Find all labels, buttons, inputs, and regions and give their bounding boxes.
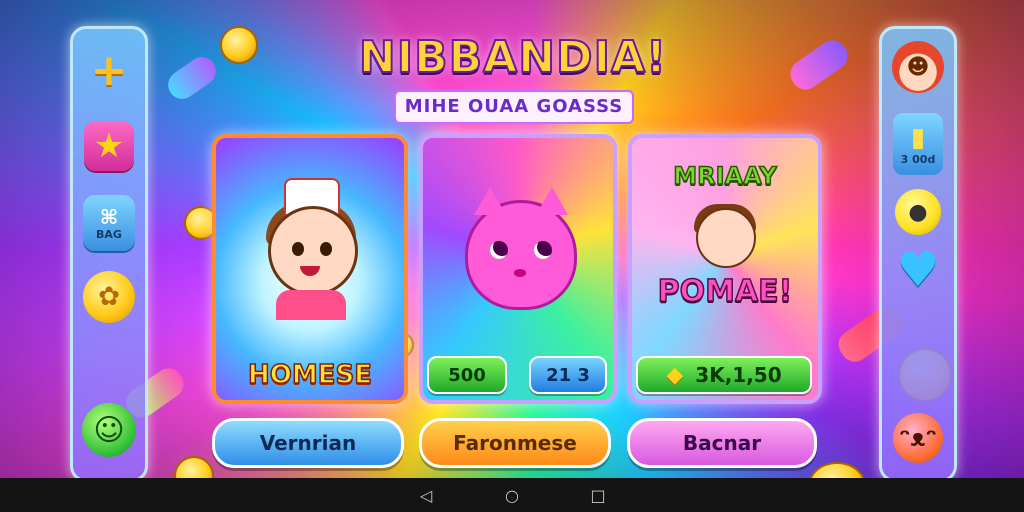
cat-eye [534,241,552,259]
bag-button[interactable]: ⌘ BAG [83,195,135,251]
card-price-value: 3K,1,50 [695,363,782,387]
bacnar-button[interactable]: Bacnar [627,418,817,468]
cup-icon: ▮ [910,122,926,153]
chef-girl-character [256,178,364,320]
home-icon[interactable]: ○ [500,486,524,505]
card-mid-text: POMAE! [657,273,793,310]
bag-label: BAG [96,227,122,241]
card-value-left: 500 [427,356,507,394]
card-price-bar: ◆ 3K,1,50 [636,356,812,394]
card-label: HOMESE [247,359,372,391]
character-card-homese[interactable]: HOMESE [212,134,408,404]
game-title: NIBBANDIA! [330,31,696,92]
card-top-text: MRIAAY [672,161,777,191]
card-value-right: 21 3 [529,356,607,394]
cat-ear-girl-character [690,204,760,276]
star-icon[interactable]: ★ [84,121,134,171]
character-card-pomae[interactable]: MRIAAY POMAE! ◆ 3K,1,50 [628,134,822,404]
game-subtitle: MIHE OUAA GOASSS [394,90,634,124]
girl-avatar-icon[interactable]: ☻ [892,41,944,93]
character-face [268,206,358,296]
back-icon[interactable]: ◁ [414,486,438,505]
cat-nose [514,269,526,277]
cup-label: 3 00d [900,152,936,166]
cat-ear [536,187,568,215]
character-eye [292,242,304,256]
character-eye [320,242,332,256]
gem-icon: ◆ [666,362,684,388]
cat-ear [474,187,506,215]
character-face [696,208,756,268]
character-card-cat[interactable]: 500 21 3 [419,134,617,404]
floating-coin [220,26,258,64]
recents-icon[interactable]: □ [586,486,610,505]
chick-icon[interactable]: ● [895,189,941,235]
bag-icon: ⌘ [99,204,119,229]
cup-button[interactable]: ▮ 3 00d [893,113,943,175]
pink-cat-character [465,187,577,310]
faronmese-button[interactable]: Faronmese [419,418,611,468]
heart-icon[interactable]: ♥ [893,242,943,298]
cat-eye [490,241,508,259]
smiley-icon[interactable]: ☺ [82,403,136,457]
cat-face-icon[interactable]: ᵔᴥᵔ [893,413,943,463]
coin-icon[interactable]: ✿ [83,271,135,323]
character-body [276,290,346,320]
plus-icon[interactable]: + [89,49,129,93]
left-side-panel: + ★ ⌘ BAG ✿ ☺ [70,26,148,482]
system-navigation-bar: ◁ ○ □ [0,478,1024,512]
right-side-panel: ☻ ▮ 3 00d ● ♥ ᵔᴥᵔ [879,26,957,482]
vernrian-button[interactable]: Vernrian [212,418,404,468]
